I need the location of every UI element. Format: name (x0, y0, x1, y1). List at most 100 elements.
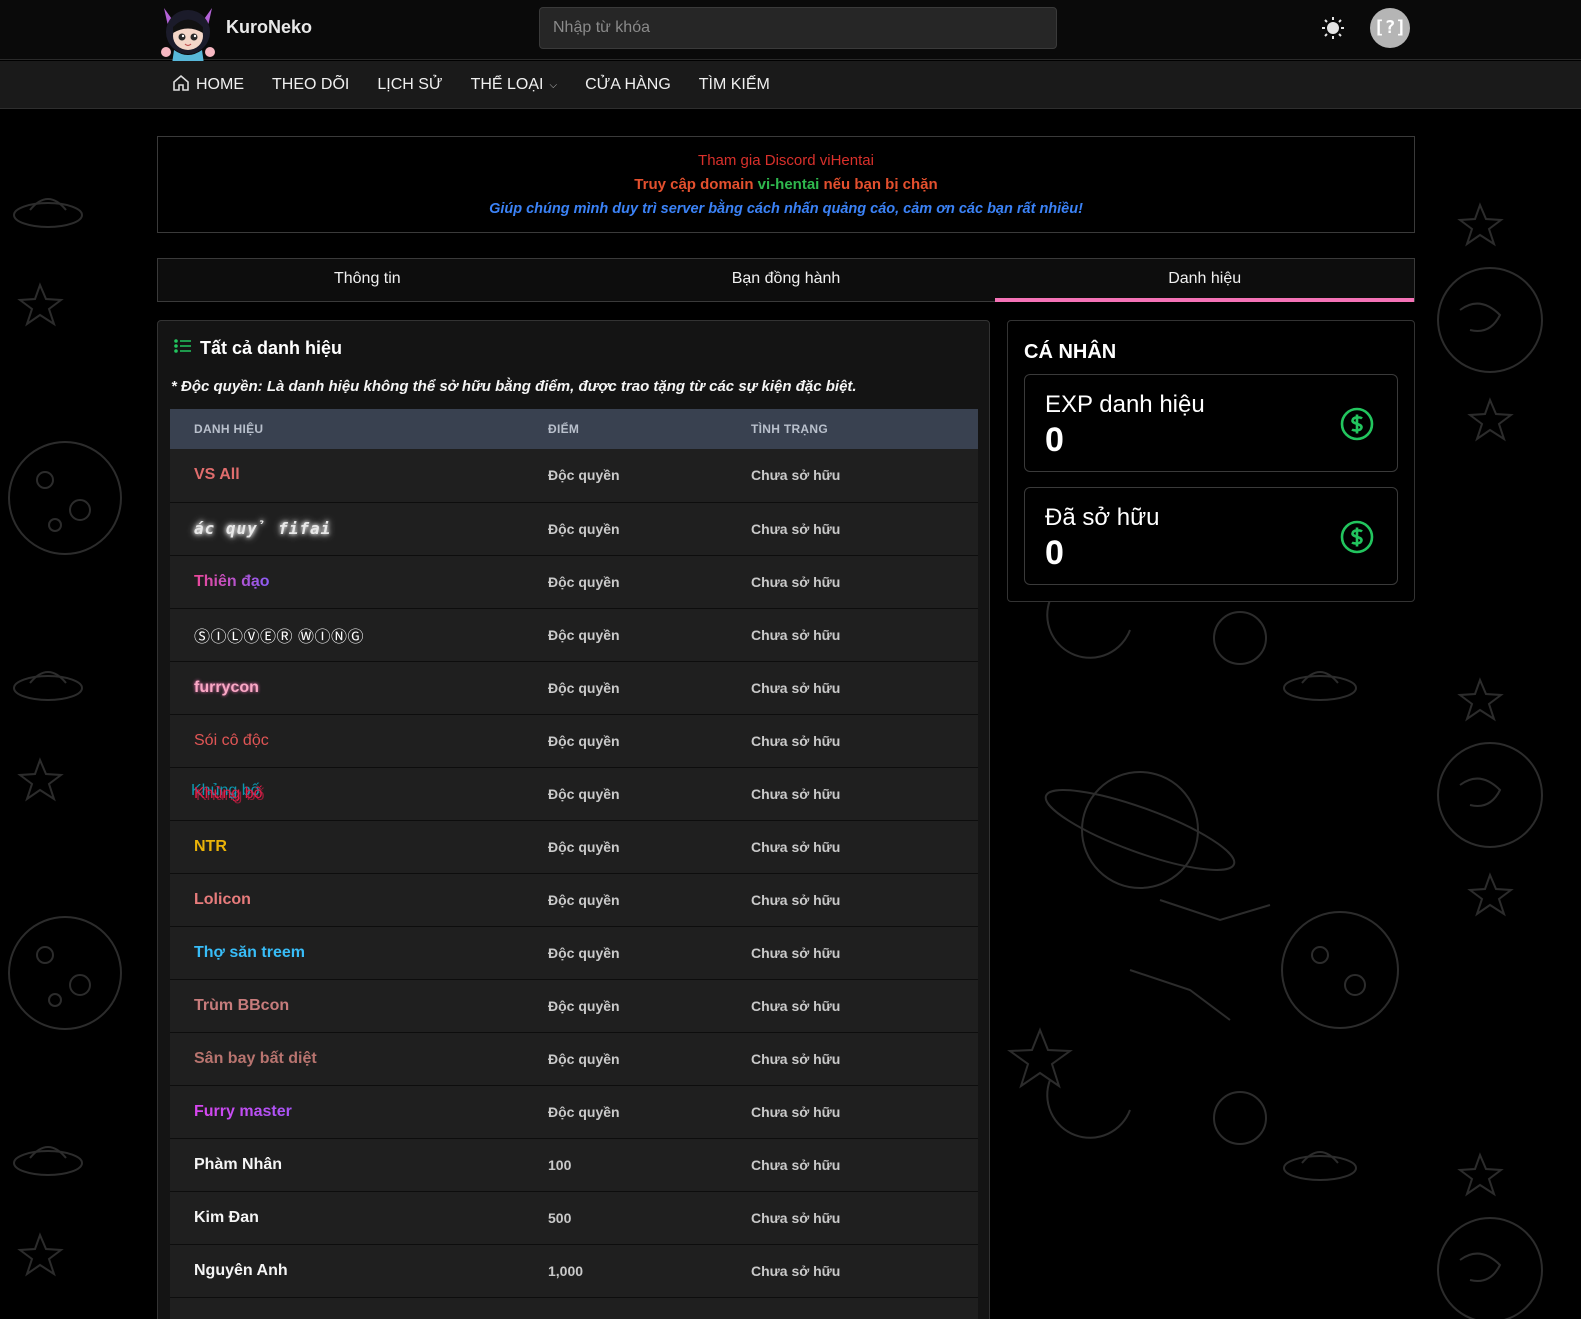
title-points: Độc quyền (548, 573, 620, 590)
title-status: Chưa sở hữu (751, 891, 841, 908)
exclusive-note: * Độc quyền: Là danh hiệu không thể sở h… (171, 378, 857, 395)
title-status: Chưa sở hữu (751, 1156, 841, 1173)
user-avatar[interactable]: [?] (1370, 8, 1410, 48)
table-row[interactable]: VS All Độc quyền Chưa sở hữu (170, 449, 978, 502)
table-row[interactable]: Phàm Nhân 100 Chưa sở hữu (170, 1138, 978, 1191)
title-status: Chưa sở hữu (751, 997, 841, 1014)
nav-lich-su[interactable]: LỊCH SỬ (377, 76, 442, 94)
domain-link[interactable]: vi-hentai (758, 176, 820, 193)
personal-card: CÁ NHÂN EXP danh hiệu 0 Đã sở hữu 0 (1007, 320, 1415, 602)
nav-the-loai-label: THỂ LOẠI (470, 76, 544, 93)
nav-theo-doi[interactable]: THEO DÕI (272, 76, 349, 94)
owned-value: 0 (1045, 534, 1064, 572)
chevron-down-icon: ⌵ (549, 79, 558, 91)
table-row[interactable]: Furry master Độc quyền Chưa sở hữu (170, 1085, 978, 1138)
title-name: Nguyên Anh (194, 1261, 288, 1279)
title-points: 100 (548, 1156, 572, 1173)
title-points: 500 (548, 1209, 572, 1226)
title-name: VS All (194, 466, 240, 484)
title-status: Chưa sở hữu (751, 1050, 841, 1067)
title-name: ⓈⒾⓁⓋⒺⓇ ⓌⒾⓃⒼ (194, 628, 364, 646)
personal-heading: CÁ NHÂN (1024, 341, 1117, 363)
title-name: furrycon (194, 678, 259, 696)
home-icon (171, 73, 191, 98)
nav-home[interactable]: HOME (171, 73, 244, 98)
table-row[interactable]: Khủng bố Độc quyền Chưa sở hữu (170, 767, 978, 820)
announcement-box: Tham gia Discord viHentai Truy cập domai… (157, 136, 1415, 233)
table-header: DANH HIỆU ĐIỂM TÌNH TRẠNG (170, 409, 978, 449)
title-status: Chưa sở hữu (751, 467, 841, 484)
title-points: Độc quyền (548, 785, 620, 802)
title-points: Độc quyền (548, 838, 620, 855)
table-row[interactable]: Kim Đan 500 Chưa sở hữu (170, 1191, 978, 1244)
nav-tim-kiem[interactable]: TÌM KIẾM (699, 76, 770, 94)
title-points: Độc quyền (548, 997, 620, 1014)
title-name: NTR (194, 837, 227, 855)
title-status: Chưa sở hữu (751, 1103, 841, 1120)
profile-tabs: Thông tin Bạn đồng hành Danh hiệu (157, 258, 1415, 302)
title-points: Độc quyền (548, 944, 620, 961)
site-logo[interactable] (160, 2, 216, 64)
exp-stat: EXP danh hiệu 0 (1024, 374, 1398, 472)
dollar-coin-icon (1339, 406, 1375, 442)
nav-home-label: HOME (196, 76, 244, 93)
title-name: Lolicon (194, 890, 251, 908)
title-status: Chưa sở hữu (751, 626, 841, 643)
search-input[interactable] (539, 7, 1057, 49)
table-row[interactable]: Nguyên Anh 1,000 Chưa sở hữu (170, 1244, 978, 1297)
table-row[interactable]: ⓈⒾⓁⓋⒺⓇ ⓌⒾⓃⒼ Độc quyền Chưa sở hữu (170, 608, 978, 661)
title-status: Chưa sở hữu (751, 838, 841, 855)
col-danh-hieu: DANH HIỆU (194, 422, 264, 436)
title-name: Kim Đan (194, 1208, 259, 1226)
titles-card: Tất cả danh hiệu * Độc quyền: Là danh hi… (157, 320, 990, 1319)
dollar-coin-icon (1339, 519, 1375, 555)
table-row[interactable]: Lolicon Độc quyền Chưa sở hữu (170, 873, 978, 926)
tab-danh-hieu[interactable]: Danh hiệu (995, 259, 1414, 302)
table-row[interactable]: Sói cô độc Độc quyền Chưa sở hữu (170, 714, 978, 767)
table-row[interactable]: Trùm BBcon Độc quyền Chưa sở hữu (170, 979, 978, 1032)
nav-cua-hang[interactable]: CỬA HÀNG (585, 76, 671, 94)
exp-value: 0 (1045, 421, 1064, 459)
title-points: 1,000 (548, 1262, 584, 1279)
title-status: Chưa sở hữu (751, 1262, 841, 1279)
title-status: Chưa sở hữu (751, 732, 841, 749)
domain-notice: Truy cập domain vi-hentai nếu bạn bị chặ… (158, 173, 1414, 197)
title-name: Thiên đạo (194, 572, 270, 590)
tab-ban-dong-hanh[interactable]: Bạn đồng hành (577, 259, 996, 301)
nav-the-loai[interactable]: THỂ LOẠI ⌵ (471, 76, 558, 94)
table-row[interactable]: Thợ săn treem Độc quyền Chưa sở hữu (170, 926, 978, 979)
title-status: Chưa sở hữu (751, 679, 841, 696)
top-bar: KuroNeko [?] (0, 0, 1581, 64)
table-row[interactable]: ác quỷ fifai Độc quyền Chưa sở hữu (170, 502, 978, 555)
domain-notice-prefix: Truy cập domain (634, 176, 758, 193)
table-row[interactable]: Sân bay bất diệt Độc quyền Chưa sở hữu (170, 1032, 978, 1085)
brand-name[interactable]: KuroNeko (226, 17, 312, 38)
table-row[interactable] (170, 1297, 978, 1319)
tab-thong-tin[interactable]: Thông tin (158, 259, 577, 301)
title-status: Chưa sở hữu (751, 944, 841, 961)
list-icon (174, 337, 192, 360)
titles-table: DANH HIỆU ĐIỂM TÌNH TRẠNG VS All Độc quyề… (170, 409, 978, 1319)
title-points: Độc quyền (548, 1103, 620, 1120)
title-points: Độc quyền (548, 679, 620, 696)
discord-link[interactable]: Tham gia Discord viHentai (158, 149, 1414, 173)
exp-label: EXP danh hiệu (1045, 391, 1205, 418)
title-status: Chưa sở hữu (751, 1209, 841, 1226)
titles-heading: Tất cả danh hiệu (174, 337, 342, 360)
col-tinh-trang: TÌNH TRẠNG (751, 422, 828, 436)
title-points: Độc quyền (548, 626, 620, 643)
domain-notice-suffix: nếu bạn bị chặn (819, 176, 938, 193)
owned-label: Đã sở hữu (1045, 504, 1160, 531)
title-name: Trùm BBcon (194, 996, 290, 1014)
table-row[interactable]: NTR Độc quyền Chưa sở hữu (170, 820, 978, 873)
title-points: Độc quyền (548, 891, 620, 908)
col-diem: ĐIỂM (548, 422, 580, 436)
title-points: Độc quyền (548, 520, 620, 537)
table-row[interactable]: furrycon Độc quyền Chưa sở hữu (170, 661, 978, 714)
sun-icon[interactable] (1320, 15, 1346, 41)
title-name: Sói cô độc (194, 731, 269, 749)
table-row[interactable]: Thiên đạo Độc quyền Chưa sở hữu (170, 555, 978, 608)
title-status: Chưa sở hữu (751, 573, 841, 590)
title-name: Thợ săn treem (194, 943, 305, 961)
owned-stat: Đã sở hữu 0 (1024, 487, 1398, 585)
